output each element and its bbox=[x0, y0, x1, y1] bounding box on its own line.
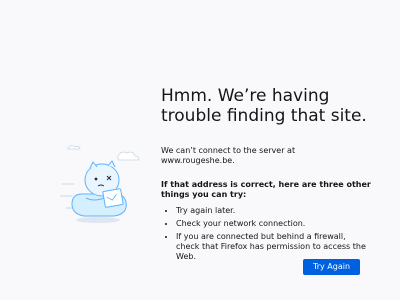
error-description: We can’t connect to the server at www.ro… bbox=[161, 146, 296, 165]
confused-cloud-illustration-icon bbox=[60, 140, 150, 230]
error-title: Hmm. We’re having trouble finding that s… bbox=[161, 86, 367, 126]
suggestions-heading: If that address is correct, here are thr… bbox=[161, 180, 371, 199]
suggestion-item: Check your network connection. bbox=[176, 219, 371, 229]
error-page: Hmm. We’re having trouble finding that s… bbox=[0, 0, 400, 300]
error-content: Hmm. We’re having trouble finding that s… bbox=[161, 86, 371, 265]
suggestion-item: If you are connected but behind a firewa… bbox=[176, 232, 371, 262]
suggestions-list: Try again later. Check your network conn… bbox=[161, 206, 371, 262]
try-again-button[interactable]: Try Again bbox=[303, 259, 360, 275]
suggestion-item: Try again later. bbox=[176, 206, 371, 216]
